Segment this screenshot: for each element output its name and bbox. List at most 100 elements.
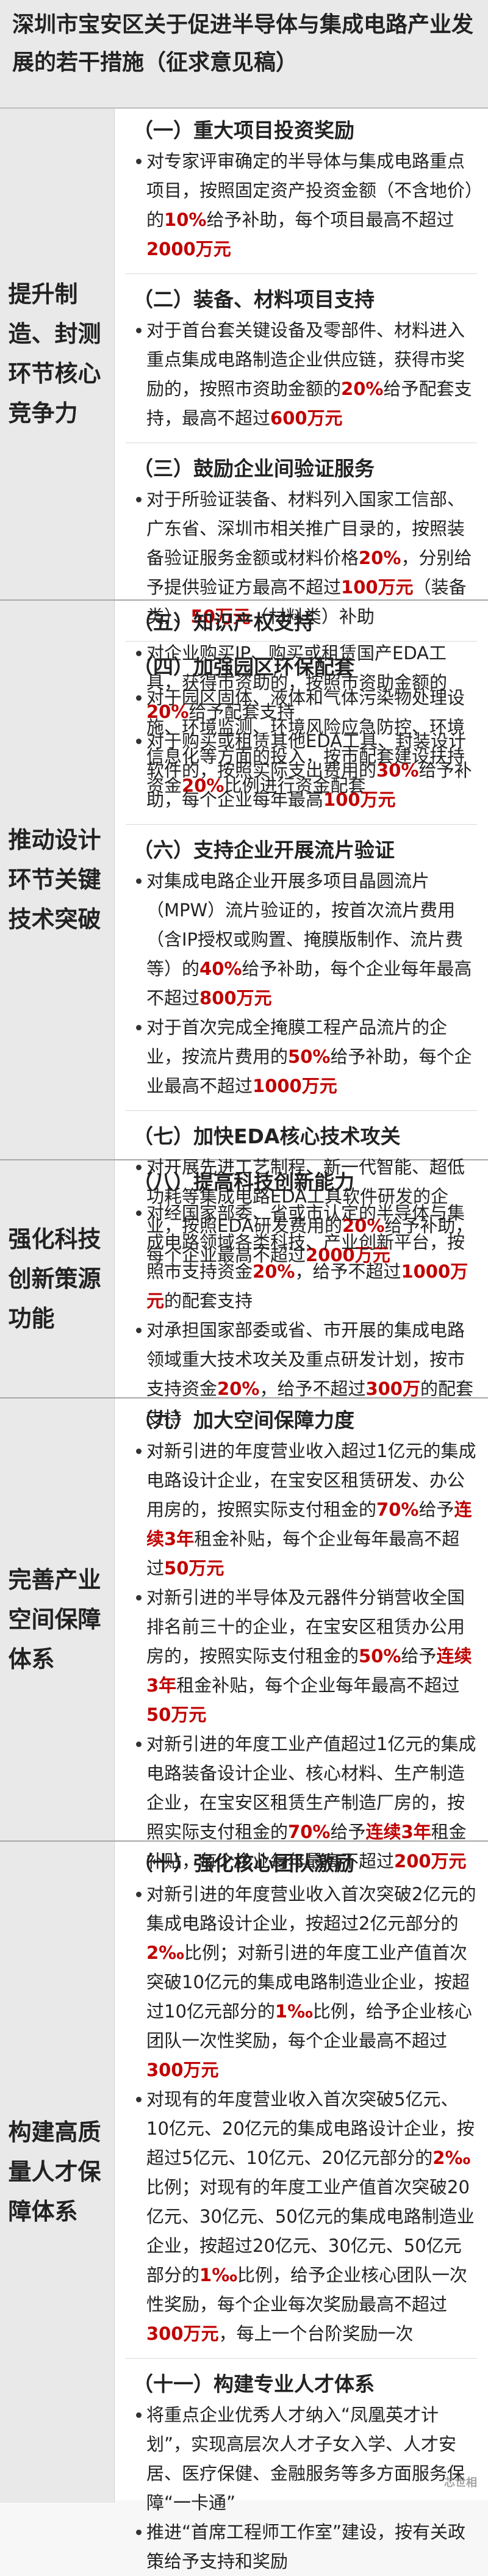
item-11: （十一）构建专业人才体系 将重点企业优秀人才纳入“凤凰英才计划”，实现高层次人才… (126, 2368, 477, 2576)
bullet: 对现有的年度营业收入首次突破5亿元、10亿元、20亿元的集成电路设计企业，按超过… (131, 2085, 477, 2348)
bullet-text: 对于首次完成全掩膜工程产品流片的企业，按流片费用的50%给予补助，每个企业最高不… (146, 1013, 477, 1101)
bullet: 对新引进的年度营业收入超过1亿元的集成电路设计企业，在宝安区租赁研发、办公用房的… (131, 1436, 477, 1583)
highlight-text: 600万元 (270, 408, 343, 429)
section-label: 强化科技创新策源功能 (0, 1160, 115, 1397)
bullet: 对新引进的年度营业收入首次突破2亿元的集成电路设计企业，按超过2亿元部分的2‰比… (131, 1880, 477, 2085)
section-label: 构建高质量人才保障体系 (0, 1842, 115, 2503)
divider (126, 2358, 477, 2359)
watermark-logo: 芯世相 (444, 2477, 477, 2489)
section-label: 提升制造、封测环节核心竞争力 (0, 109, 115, 599)
item-title: （一）重大项目投资奖励 (133, 118, 354, 142)
bullet-dot-icon (131, 1729, 146, 1759)
bullet-dot-icon (131, 2517, 146, 2547)
text-segment: ，给予不超过 (295, 1261, 401, 1282)
text-segment: 给予 (401, 1646, 437, 1666)
highlight-text: 2000万元 (146, 239, 231, 259)
bullet-text: 对于购买或租赁其他EDA工具、封装设计软件的，按照实际支出费用的30%给予补助，… (146, 726, 477, 814)
text-segment: 将重点企业优秀人才纳入“凤凰英才计划”，实现高层次人才子女入学、人才安居、医疗保… (146, 2404, 465, 2513)
bullet: 对于首次完成全掩膜工程产品流片的企业，按流片费用的50%给予补助，每个企业最高不… (131, 1013, 477, 1101)
highlight-text: 20% (359, 548, 401, 568)
highlight-text: 50% (288, 1046, 331, 1067)
section-content: （九）加大空间保障力度 对新引进的年度营业收入超过1亿元的集成电路设计企业，在宝… (115, 1398, 488, 1872)
bullet-dot-icon (131, 2400, 146, 2429)
highlight-text: 2‰ (432, 2147, 471, 2168)
bullet-dot-icon (131, 1880, 146, 1909)
item-title: （九）加大空间保障力度 (133, 1408, 354, 1432)
section-4: 完善产业空间保障体系 （九）加大空间保障力度 对新引进的年度营业收入超过1亿元的… (0, 1398, 488, 1872)
item-5: （五）知识产权支持 对企业购买IP、购买或租赁国产EDA工具，获得市资助的，按照… (126, 607, 477, 814)
bullet-dot-icon (131, 1013, 146, 1042)
bullet-text: 对于首台套关键设备及零部件、材料进入重点集成电路制造企业供应链，获得市奖励的，按… (146, 316, 477, 433)
bullet-text: 对现有的年度营业收入首次突破5亿元、10亿元、20亿元的集成电路设计企业，按超过… (146, 2085, 477, 2348)
bullet: 对新引进的半导体及元器件分销营收全国排名前三十的企业，在宝安区租赁办公用房的，按… (131, 1583, 477, 1729)
highlight-text: 1‰ (274, 2001, 313, 2022)
section-content: （十）强化核心团队激励 对新引进的年度营业收入首次突破2亿元的集成电路设计企业，… (115, 1842, 488, 2572)
highlight-text: 2‰ (146, 1942, 184, 1963)
bullet-text: 对新引进的年度营业收入超过1亿元的集成电路设计企业，在宝安区租赁研发、办公用房的… (146, 1436, 477, 1583)
highlight-text: 300万元 (146, 2323, 219, 2344)
text-segment: 给予补助，每个项目最高不超过 (206, 209, 454, 230)
section-content: （五）知识产权支持 对企业购买IP、购买或租赁国产EDA工具，获得市资助的，按照… (115, 601, 488, 1265)
highlight-text: 50万元 (164, 1558, 224, 1579)
highlight-text: 20% (217, 1378, 260, 1399)
item-title: （十一）构建专业人才体系 (133, 2372, 375, 2396)
bullet-dot-icon (131, 726, 146, 756)
bullet: 对集成电路企业开展多项目晶圆流片（MPW）流片验证的，按首次流片费用（含IP授权… (131, 866, 477, 1013)
text-segment: 租金补贴，每个企业每年最高不超过 (176, 1675, 460, 1696)
item-title: （二）装备、材料项目支持 (133, 288, 375, 311)
highlight-text: 1000万元 (253, 1076, 337, 1096)
item-title: （六）支持企业开展流片验证 (133, 838, 395, 862)
text-segment: 推进“首席工程师工作室”建设，按有关政策给予支持和奖励 (146, 2522, 466, 2572)
text-segment: 对企业购买IP、购买或租赁国产EDA工具，获得市资助的，按照市资助金额的 (146, 643, 448, 693)
bullet-dot-icon (131, 485, 146, 514)
highlight-text: 50万元 (146, 1704, 207, 1725)
bullet-dot-icon (131, 147, 146, 176)
bullet: 对专家评审确定的半导体与集成电路重点项目，按照固定资产投资金额（不含地价）的10… (131, 147, 477, 264)
bullet-text: 推进“首席工程师工作室”建设，按有关政策给予支持和奖励 (146, 2517, 477, 2576)
text-segment: ，每上一个台阶奖励一次 (218, 2323, 414, 2344)
text-segment: 给予 (418, 1499, 454, 1520)
bullet: 对经国家部委、省或市认定的半导体与集成电路领域各类科技、产业创新平台，按照市支持… (131, 1198, 477, 1315)
highlight-text: 20% (253, 1261, 295, 1282)
section-3: 强化科技创新策源功能 （八）提高科技创新能力 对经国家部委、省或市认定的半导体与… (0, 1160, 488, 1428)
policy-document: 深圳市宝安区关于促进半导体与集成电路产业发展的若干措施（征求意见稿） 提升制造、… (0, 0, 488, 2572)
divider (126, 1110, 477, 1111)
highlight-text: 100万元 (341, 577, 414, 598)
highlight-text: 50% (359, 1646, 401, 1666)
highlight-text: 20% (341, 378, 384, 399)
item-title: （十）强化核心团队激励 (133, 1851, 354, 1875)
bullet-dot-icon (131, 1583, 146, 1612)
bullet-text: 对企业购买IP、购买或租赁国产EDA工具，获得市资助的，按照市资助金额的 20%给… (146, 639, 477, 726)
bullet-text: 对经国家部委、省或市认定的半导体与集成电路领域各类科技、产业创新平台，按照市支持… (146, 1198, 477, 1315)
section-5: 构建高质量人才保障体系 （十）强化核心团队激励 对新引进的年度营业收入首次突破2… (0, 1842, 488, 2572)
text-segment: 的配套支持 (164, 1290, 253, 1311)
highlight-text: 1‰ (199, 2265, 237, 2285)
bullet-text: 对专家评审确定的半导体与集成电路重点项目，按照固定资产投资金额（不含地价）的10… (146, 147, 477, 264)
bullet-dot-icon (131, 1315, 146, 1345)
bullet-text: 将重点企业优秀人才纳入“凤凰英才计划”，实现高层次人才子女入学、人才安居、医疗保… (146, 2400, 477, 2517)
item-title: （八）提高科技创新能力 (133, 1170, 354, 1194)
text-segment: 对现有的年度营业收入首次突破5亿元、10亿元、20亿元的集成电路设计企业，按超过… (146, 2089, 475, 2168)
bullet-dot-icon (131, 639, 146, 668)
bullet: 对于购买或租赁其他EDA工具、封装设计软件的，按照实际支出费用的30%给予补助，… (131, 726, 477, 814)
bullet: 对于首台套关键设备及零部件、材料进入重点集成电路制造企业供应链，获得市奖励的，按… (131, 316, 477, 433)
bullet-text: 对新引进的半导体及元器件分销营收全国排名前三十的企业，在宝安区租赁办公用房的，按… (146, 1583, 477, 1729)
text-segment: 给予 (330, 1822, 366, 1842)
section-1: 提升制造、封测环节核心竞争力 （一）重大项目投资奖励 对专家评审确定的半导体与集… (0, 109, 488, 796)
bullet: 将重点企业优秀人才纳入“凤凰英才计划”，实现高层次人才子女入学、人才安居、医疗保… (131, 2400, 477, 2517)
section-content: （八）提高科技创新能力 对经国家部委、省或市认定的半导体与集成电路领域各类科技、… (115, 1160, 488, 1428)
item-title: （三）鼓励企业间验证服务 (133, 457, 375, 480)
highlight-text: 10% (164, 209, 207, 230)
highlight-text: 40% (199, 958, 242, 979)
item-6: （六）支持企业开展流片验证 对集成电路企业开展多项目晶圆流片（MPW）流片验证的… (126, 834, 477, 1101)
divider (126, 273, 477, 274)
item-9: （九）加大空间保障力度 对新引进的年度营业收入超过1亿元的集成电路设计企业，在宝… (126, 1405, 477, 1876)
highlight-text: 800万元 (199, 988, 272, 1008)
item-2: （二）装备、材料项目支持 对于首台套关键设备及零部件、材料进入重点集成电路制造企… (126, 284, 477, 433)
bullet: 对企业购买IP、购买或租赁国产EDA工具，获得市资助的，按照市资助金额的 20%给… (131, 639, 477, 726)
highlight-text: 300万元 (146, 2060, 219, 2080)
text-segment: 给予配套支持 (188, 701, 295, 722)
item-8: （八）提高科技创新能力 对经国家部委、省或市认定的半导体与集成电路领域各类科技、… (126, 1167, 477, 1433)
bullet-dot-icon (131, 316, 146, 345)
highlight-text: 70% (288, 1822, 331, 1842)
